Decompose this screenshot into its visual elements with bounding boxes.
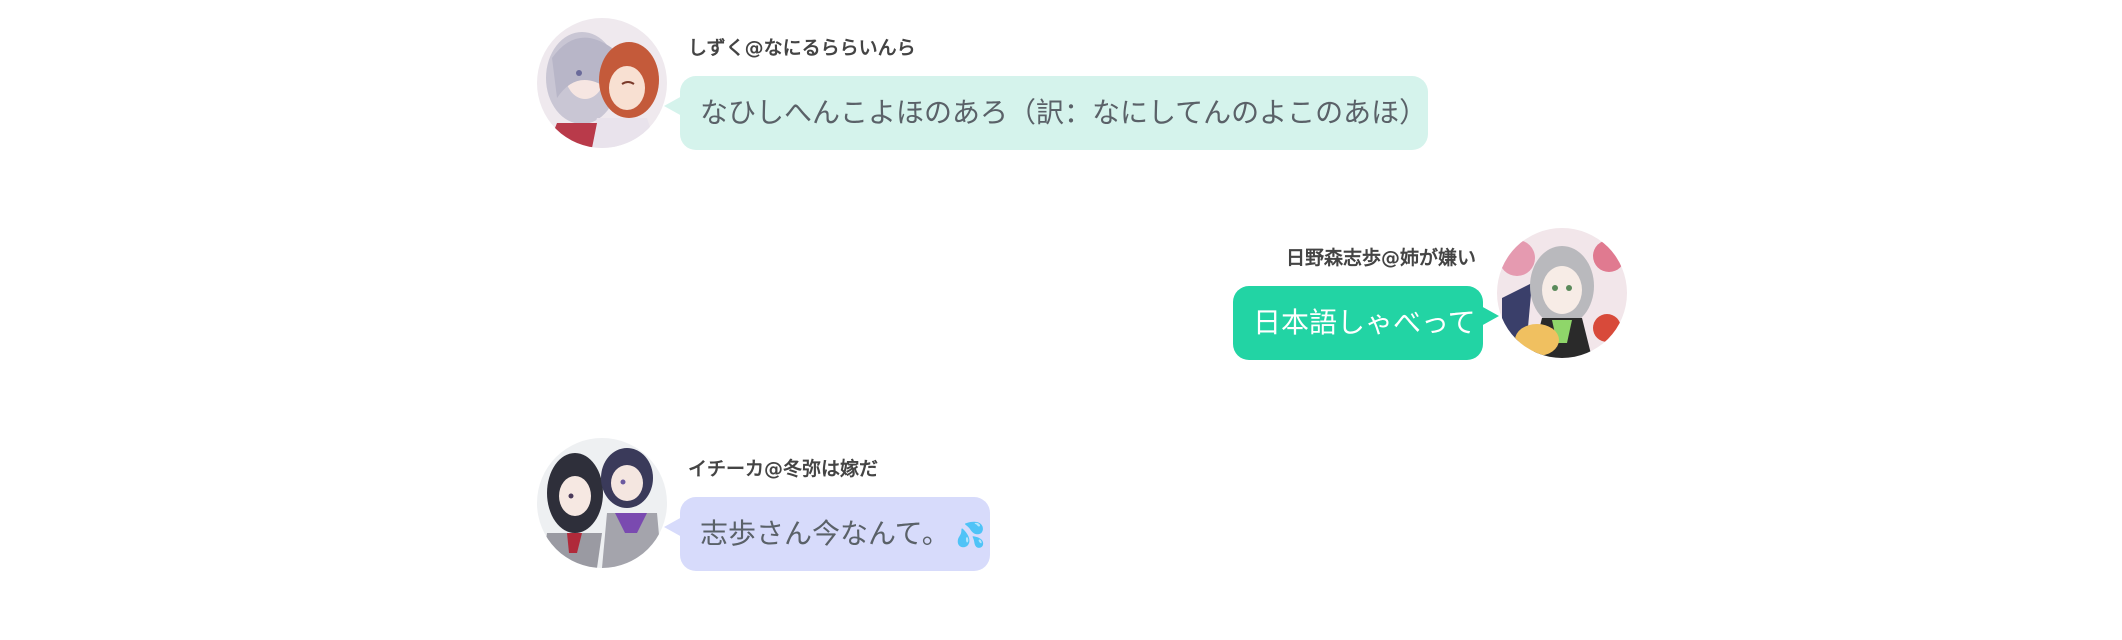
message-bubble[interactable]: 日本語しゃべって — [1233, 286, 1483, 360]
sender-name: 日野森志歩@姉が嫌い — [1285, 247, 1476, 269]
avatar-girls-whisper-icon[interactable] — [537, 18, 667, 148]
message-text: なひしへんこよほのあろ（訳：なにしてんのよこのあほ） — [700, 96, 1428, 129]
avatar-pair-students-icon[interactable] — [537, 438, 667, 568]
avatar-silver-hair-girl-icon[interactable] — [1497, 228, 1627, 358]
sender-name: しずく@なにるららいんら — [688, 37, 916, 59]
message-text: 日本語しゃべって — [1253, 306, 1476, 339]
bubble-tail — [1481, 306, 1499, 326]
sweat-drops-icon: 💦 — [955, 521, 986, 549]
chat-log: しずく@なにるららいんら なひしへんこよほのあろ（訳：なにしてんのよこのあほ） — [0, 0, 2122, 640]
message-text: 志歩さん今なんて。 — [700, 517, 950, 550]
sender-name: イチーカ@冬弥は嫁だ — [688, 458, 879, 480]
message-bubble[interactable]: なひしへんこよほのあろ（訳：なにしてんのよこのあほ） — [680, 76, 1428, 150]
message-bubble[interactable]: 志歩さん今なんて。 💦 — [680, 497, 990, 571]
